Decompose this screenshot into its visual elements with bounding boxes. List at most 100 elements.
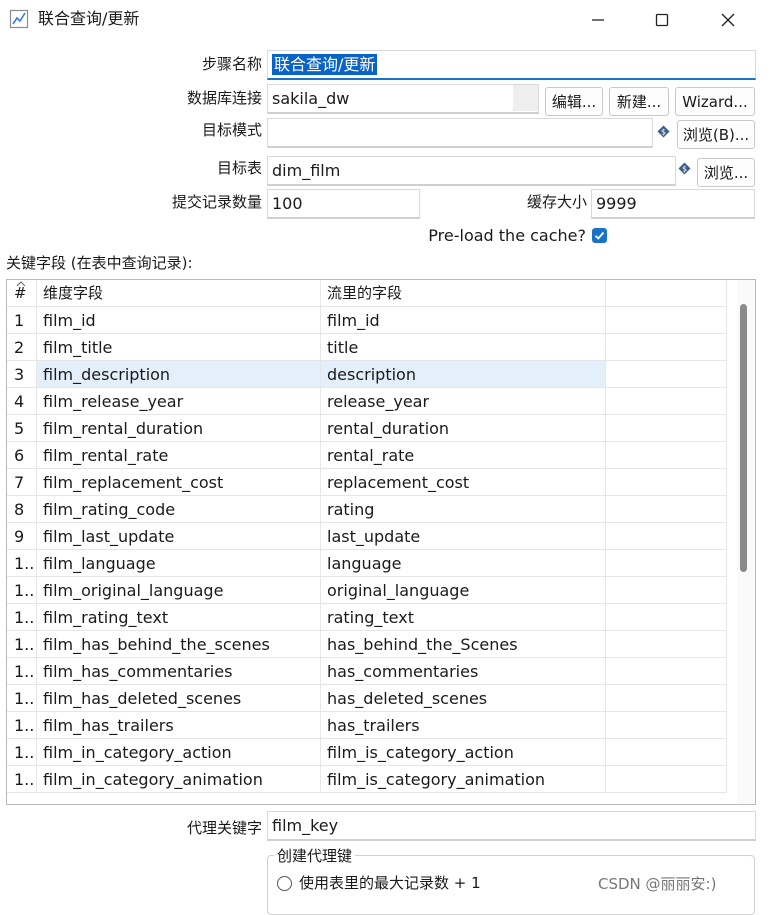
empty-cell[interactable] xyxy=(606,388,727,415)
empty-cell[interactable] xyxy=(606,685,727,712)
empty-cell[interactable] xyxy=(606,631,727,658)
stream-field-cell[interactable]: description xyxy=(321,361,606,388)
stream-field-cell[interactable]: film_is_category_action xyxy=(321,739,606,766)
dimension-field-cell[interactable]: film_replacement_cost xyxy=(37,469,321,496)
table-row[interactable]: 1.. film_in_category_animation film_is_cat… xyxy=(7,766,727,793)
empty-cell[interactable] xyxy=(606,415,727,442)
column-header-empty[interactable] xyxy=(606,280,727,307)
maximize-button[interactable] xyxy=(634,0,690,40)
empty-cell[interactable] xyxy=(606,334,727,361)
dimension-field-cell[interactable]: film_rental_duration xyxy=(37,415,321,442)
close-button[interactable] xyxy=(700,0,756,40)
surrogate-key-value: film_key xyxy=(272,816,339,835)
target-schema-input[interactable] xyxy=(267,118,653,148)
empty-cell[interactable] xyxy=(606,604,727,631)
dimension-field-cell[interactable]: film_language xyxy=(37,550,321,577)
table-row[interactable]: 1.. film_rating_text rating_text xyxy=(7,604,727,631)
dimension-field-cell[interactable]: film_original_language xyxy=(37,577,321,604)
key-fields-table[interactable]: # 维度字段 流里的字段 1 film_id film_id 2 film_title t… xyxy=(6,279,756,805)
stream-field-cell[interactable]: has_deleted_scenes xyxy=(321,685,606,712)
stream-field-cell[interactable]: has_commentaries xyxy=(321,658,606,685)
dimension-field-cell[interactable]: film_id xyxy=(37,307,321,334)
stream-field-cell[interactable]: rental_duration xyxy=(321,415,606,442)
stream-field-cell[interactable]: language xyxy=(321,550,606,577)
stream-field-cell[interactable]: has_behind_the_Scenes xyxy=(321,631,606,658)
dimension-field-cell[interactable]: film_description xyxy=(37,361,321,388)
dimension-field-cell[interactable]: film_release_year xyxy=(37,388,321,415)
browse-schema-button[interactable]: 浏览(B)... xyxy=(677,120,755,149)
dimension-field-cell[interactable]: film_rating_text xyxy=(37,604,321,631)
column-header-stream-field[interactable]: 流里的字段 xyxy=(321,280,606,307)
empty-cell[interactable] xyxy=(606,766,727,793)
table-row[interactable]: 1.. film_has_deleted_scenes has_deleted_sc… xyxy=(7,685,727,712)
dimension-field-cell[interactable]: film_title xyxy=(37,334,321,361)
table-row[interactable]: 8 film_rating_code rating xyxy=(7,496,727,523)
new-button[interactable]: 新建... xyxy=(609,87,669,116)
scrollbar-thumb[interactable] xyxy=(740,304,747,572)
use-max-radio[interactable] xyxy=(277,876,292,891)
empty-cell[interactable] xyxy=(606,658,727,685)
stream-field-cell[interactable]: title xyxy=(321,334,606,361)
cache-size-input[interactable]: 9999 xyxy=(591,189,755,219)
wizard-button[interactable]: Wizard... xyxy=(675,87,755,116)
stream-field-cell[interactable]: rating_text xyxy=(321,604,606,631)
dimension-field-cell[interactable]: film_has_behind_the_scenes xyxy=(37,631,321,658)
empty-cell[interactable] xyxy=(606,550,727,577)
empty-cell[interactable] xyxy=(606,577,727,604)
surrogate-key-input[interactable]: film_key xyxy=(267,811,756,841)
table-row[interactable]: 1 film_id film_id xyxy=(7,307,727,334)
empty-cell[interactable] xyxy=(606,523,727,550)
table-row[interactable]: 1.. film_has_trailers has_trailers xyxy=(7,712,727,739)
table-row[interactable]: 7 film_replacement_cost replacement_cost xyxy=(7,469,727,496)
stream-field-cell[interactable]: release_year xyxy=(321,388,606,415)
table-row[interactable]: 5 film_rental_duration rental_duration xyxy=(7,415,727,442)
dimension-field-cell[interactable]: film_rating_code xyxy=(37,496,321,523)
dimension-field-cell[interactable]: film_has_deleted_scenes xyxy=(37,685,321,712)
stream-field-cell[interactable]: film_is_category_animation xyxy=(321,766,606,793)
table-row[interactable]: 4 film_release_year release_year xyxy=(7,388,727,415)
db-connection-select[interactable]: sakila_dw xyxy=(267,84,539,114)
table-row[interactable]: 1.. film_has_commentaries has_commentaries xyxy=(7,658,727,685)
dimension-field-cell[interactable]: film_rental_rate xyxy=(37,442,321,469)
dimension-field-cell[interactable]: film_has_trailers xyxy=(37,712,321,739)
create-surrogate-key-legend: 创建代理键 xyxy=(274,846,356,866)
minimize-button[interactable] xyxy=(570,0,626,40)
stream-field-cell[interactable]: replacement_cost xyxy=(321,469,606,496)
browse-table-button[interactable]: 浏览... xyxy=(697,158,755,187)
empty-cell[interactable] xyxy=(606,361,727,388)
column-header-index[interactable]: # xyxy=(7,280,37,307)
stream-field-cell[interactable]: rental_rate xyxy=(321,442,606,469)
empty-cell[interactable] xyxy=(606,739,727,766)
dimension-field-cell[interactable]: film_last_update xyxy=(37,523,321,550)
dimension-field-cell[interactable]: film_in_category_animation xyxy=(37,766,321,793)
step-name-input[interactable]: 联合查询/更新 xyxy=(267,50,756,80)
table-row[interactable]: 3 film_description description xyxy=(7,361,727,388)
table-row[interactable]: 1.. film_language language xyxy=(7,550,727,577)
table-row[interactable]: 1.. film_has_behind_the_scenes has_behind_… xyxy=(7,631,727,658)
dimension-field-cell[interactable]: film_in_category_action xyxy=(37,739,321,766)
table-row[interactable]: 1.. film_original_language original_langua… xyxy=(7,577,727,604)
column-header-dimension-field[interactable]: 维度字段 xyxy=(37,280,321,307)
stream-field-cell[interactable]: last_update xyxy=(321,523,606,550)
table-row[interactable]: 9 film_last_update last_update xyxy=(7,523,727,550)
dimension-field-cell[interactable]: film_has_commentaries xyxy=(37,658,321,685)
edit-button[interactable]: 编辑... xyxy=(545,87,603,116)
empty-cell[interactable] xyxy=(606,469,727,496)
db-connection-label: 数据库连接 xyxy=(186,89,262,107)
table-row[interactable]: 2 film_title title xyxy=(7,334,727,361)
empty-cell[interactable] xyxy=(606,712,727,739)
commit-size-input[interactable]: 100 xyxy=(267,189,420,219)
target-table-input[interactable]: dim_film xyxy=(267,156,676,186)
table-row[interactable]: 1.. film_in_category_action film_is_catego… xyxy=(7,739,727,766)
db-connection-value: sakila_dw xyxy=(272,89,350,108)
stream-field-cell[interactable]: rating xyxy=(321,496,606,523)
stream-field-cell[interactable]: original_language xyxy=(321,577,606,604)
empty-cell[interactable] xyxy=(606,496,727,523)
stream-field-cell[interactable]: has_trailers xyxy=(321,712,606,739)
stream-field-cell[interactable]: film_id xyxy=(321,307,606,334)
table-row[interactable]: 6 film_rental_rate rental_rate xyxy=(7,442,727,469)
empty-cell[interactable] xyxy=(606,307,727,334)
dropdown-arrow-icon[interactable] xyxy=(513,85,538,111)
preload-checkbox[interactable] xyxy=(592,228,607,243)
empty-cell[interactable] xyxy=(606,442,727,469)
